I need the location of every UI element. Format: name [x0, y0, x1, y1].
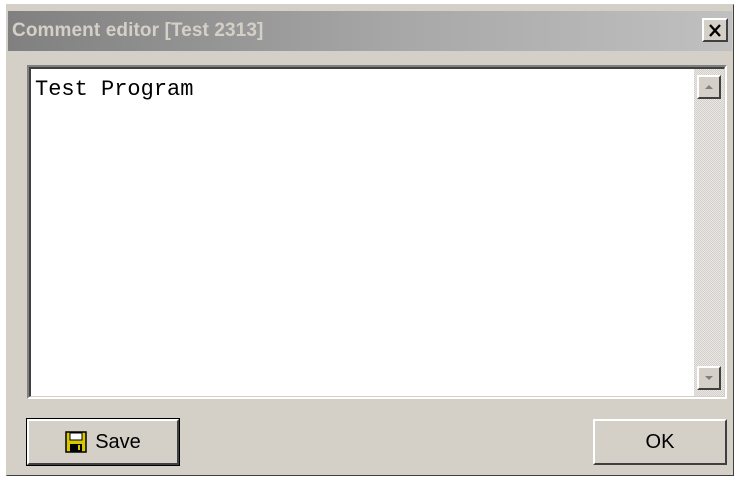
arrow-down-icon: [705, 376, 713, 380]
arrow-up-icon: [705, 85, 713, 89]
title-bar[interactable]: Comment editor [Test 2313]: [8, 11, 732, 51]
ok-button[interactable]: OK: [593, 419, 727, 465]
ok-button-label: OK: [645, 430, 675, 453]
comment-editor-dialog: Comment editor [Test 2313] Test Program: [6, 4, 734, 476]
vertical-scrollbar[interactable]: [694, 69, 724, 396]
save-button-label: Save: [95, 430, 141, 453]
close-button[interactable]: [702, 18, 728, 42]
scroll-down-button[interactable]: [697, 366, 721, 390]
comment-text-area[interactable]: Test Program: [27, 65, 727, 399]
comment-text[interactable]: Test Program: [35, 77, 690, 102]
scroll-up-button[interactable]: [697, 75, 721, 99]
window-title: Comment editor [Test 2313]: [12, 20, 264, 41]
floppy-disk-icon: [65, 431, 87, 453]
save-button[interactable]: Save: [26, 418, 180, 466]
close-icon: [709, 23, 721, 37]
